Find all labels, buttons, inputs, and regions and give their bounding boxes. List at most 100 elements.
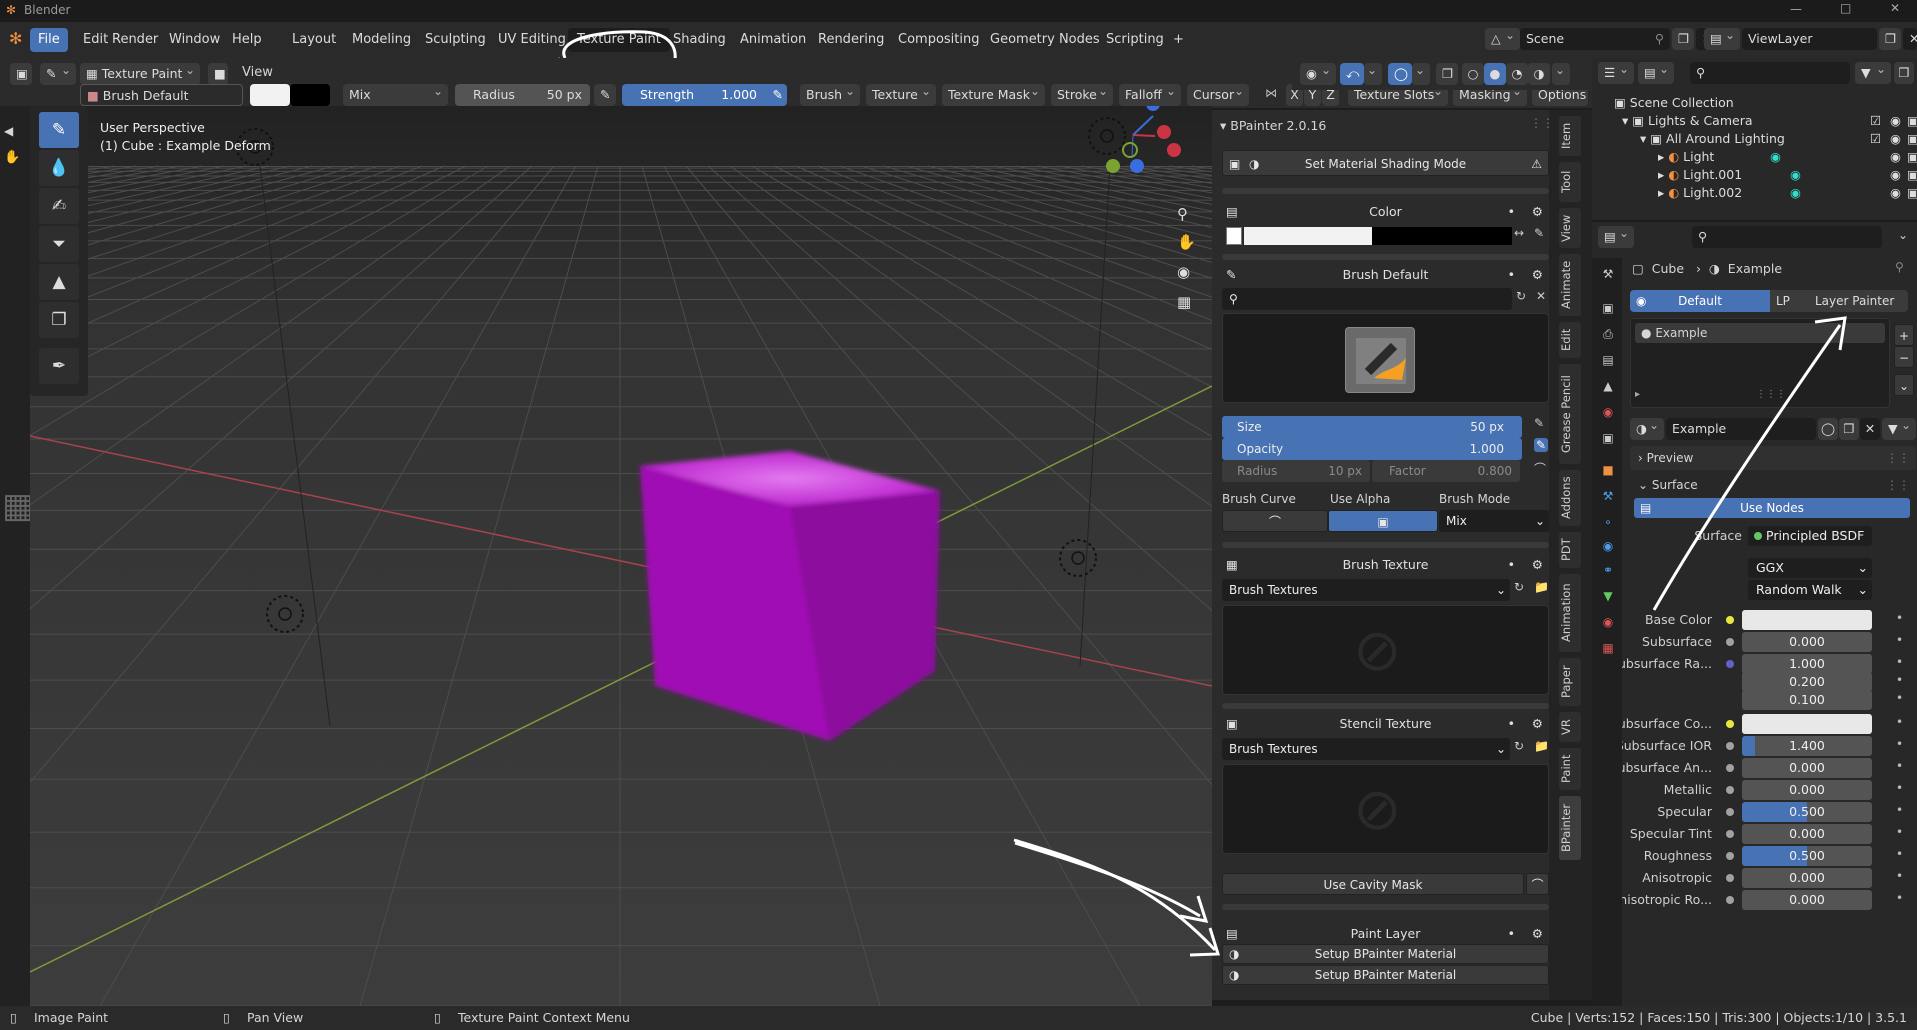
number-field[interactable]: 0.000 — [1742, 780, 1872, 800]
number-field[interactable]: 0.200 — [1742, 672, 1872, 692]
pan-hand-icon[interactable]: ✋ — [1177, 233, 1196, 251]
texture-tab-icon[interactable]: ▦ — [1600, 640, 1616, 656]
menu-render[interactable]: Render — [104, 28, 166, 52]
workspace-tab-geometry-nodes[interactable]: Geometry Nodes — [981, 28, 1109, 52]
number-field[interactable]: 0.000 — [1742, 868, 1872, 888]
draw-tool[interactable]: ✎ — [39, 112, 79, 148]
input-socket-icon[interactable] — [1726, 764, 1734, 772]
number-field[interactable]: 0.500 — [1742, 846, 1872, 866]
curve-icon[interactable]: ⌒ — [1534, 460, 1546, 477]
brush-curve-button[interactable]: ⌒ — [1222, 510, 1328, 532]
use-alpha-toggle[interactable]: ▣ — [1328, 510, 1438, 532]
fill-tool[interactable]: ▲ — [39, 264, 79, 300]
scene-name-field[interactable]: Scene ⚲ — [1520, 28, 1670, 50]
sidebar-tab-vr[interactable]: VR — [1559, 712, 1581, 742]
physics-tab-icon[interactable]: ◉ — [1600, 538, 1616, 554]
brush-selector[interactable]: ■ Brush Default — [80, 84, 243, 106]
workspace-tab-layout[interactable]: Layout — [283, 28, 345, 52]
workspace-tab-scripting[interactable]: Scripting — [1097, 28, 1173, 52]
pen-pressure-icon[interactable]: ✎ — [1534, 416, 1544, 430]
cursor-menu[interactable]: Cursor — [1187, 84, 1249, 106]
keyframe-dot-icon[interactable]: • — [1896, 847, 1903, 861]
constraints-tab-icon[interactable]: ⚭ — [1600, 562, 1616, 578]
gizmo-dropdown[interactable] — [1364, 63, 1382, 85]
sidebar-tab-animate[interactable]: Animate — [1559, 254, 1581, 316]
primary-color-swatch[interactable] — [250, 84, 290, 106]
keyframe-dot-icon[interactable]: • — [1896, 869, 1903, 883]
close-icon[interactable]: ✕ — [1890, 1, 1900, 15]
delete-view-layer-button[interactable]: ✕ — [1903, 28, 1917, 50]
number-field[interactable]: 0.000 — [1742, 824, 1872, 844]
gizmo-toggle[interactable]: ⤺ — [1340, 63, 1364, 85]
number-field[interactable]: 0.000 — [1742, 758, 1872, 778]
brush-panel-header[interactable]: ✎ Brush Default • ⚙ — [1222, 263, 1549, 287]
secondary-color-swatch[interactable] — [1372, 227, 1512, 245]
stencil-textures-dropdown[interactable]: Brush Textures ⌄ — [1222, 738, 1510, 760]
new-view-layer-button[interactable]: ❐ — [1879, 28, 1901, 50]
texture-mask-menu[interactable]: Texture Mask — [942, 84, 1045, 106]
clone-tool[interactable]: ⏷ — [39, 226, 79, 262]
outliner-editor-type[interactable]: ☰ — [1598, 62, 1634, 84]
hand-icon[interactable]: ✋ — [4, 150, 20, 165]
color-checkbox[interactable] — [1226, 227, 1242, 245]
wireframe-shading-button[interactable]: ○ — [1462, 63, 1484, 85]
radius-pressure-toggle[interactable]: ✎ — [594, 84, 616, 106]
tool-icon-dropdown[interactable]: ✎ — [40, 63, 76, 85]
input-socket-icon[interactable] — [1726, 874, 1734, 882]
primary-color-swatch[interactable] — [1244, 227, 1372, 245]
setup-bpainter-material-button-2[interactable]: ◑ Setup BPainter Material — [1222, 965, 1549, 985]
brush-thumbnail[interactable] — [1345, 327, 1415, 393]
outliner-search-field[interactable]: ⚲ — [1690, 62, 1850, 84]
soften-tool[interactable]: 💧 — [39, 150, 79, 186]
maximize-icon[interactable]: □ — [1840, 1, 1851, 15]
brush-mode-dropdown[interactable]: Mix ⌄ — [1439, 510, 1549, 532]
light-row[interactable]: ▸ ◐ Light.002 ◉ ◉ ▣ — [1658, 182, 1917, 204]
falloff-menu[interactable]: Falloff — [1119, 84, 1181, 106]
xray-toggle[interactable]: ❐ — [1436, 63, 1458, 85]
brush-textures-dropdown[interactable]: Brush Textures ⌄ — [1222, 579, 1510, 601]
setup-bpainter-material-button-1[interactable]: ◑ Setup BPainter Material — [1222, 944, 1549, 964]
world-tab-icon[interactable]: ◉ — [1600, 404, 1616, 420]
input-socket-icon[interactable] — [1726, 786, 1734, 794]
render-tab-icon[interactable]: ▣ — [1600, 300, 1616, 316]
scene-tab-icon[interactable]: ▲ — [1600, 378, 1616, 394]
input-socket-icon[interactable] — [1726, 638, 1734, 646]
color-panel-header[interactable]: ▤ Color • ⚙ — [1222, 200, 1549, 224]
slot-menu-button[interactable]: ⌄ — [1894, 374, 1914, 396]
sidebar-tab-paint[interactable]: Paint — [1559, 748, 1581, 790]
number-field[interactable]: 0.500 — [1742, 802, 1872, 822]
keyframe-dot-icon[interactable]: • — [1896, 803, 1903, 817]
scene-browse-button[interactable]: △ — [1485, 28, 1520, 50]
number-field[interactable]: 0.100 — [1742, 690, 1872, 710]
properties-editor-type[interactable]: ▤ — [1598, 226, 1634, 248]
sidebar-tab-view[interactable]: View — [1559, 208, 1581, 248]
grid-view-icon[interactable]: ▦ — [1177, 293, 1191, 311]
number-field[interactable]: 1.000 — [1742, 654, 1872, 674]
display-mode-dropdown[interactable]: ▤ — [1638, 62, 1674, 84]
overlay-toggle[interactable]: ◯ — [1388, 63, 1412, 85]
radius-field[interactable]: Radius 50 px — [455, 84, 590, 106]
filter-dropdown[interactable]: ▼ — [1855, 62, 1891, 84]
keyframe-dot-icon[interactable]: • — [1896, 825, 1903, 839]
new-scene-button[interactable]: ❐ — [1672, 28, 1694, 50]
view-layer-browse-button[interactable]: ▤ — [1704, 28, 1740, 50]
smear-tool[interactable]: ✍ — [39, 188, 79, 224]
stencil-texture-panel-header[interactable]: ▣ Stencil Texture • ⚙ — [1222, 712, 1549, 736]
workspace-tab-rendering[interactable]: Rendering — [809, 28, 893, 52]
folder-icon[interactable]: 📁 — [1534, 580, 1549, 594]
brush-menu[interactable]: Brush — [800, 84, 860, 106]
refresh-icon[interactable]: ↻ — [1514, 580, 1524, 594]
sidebar-tab-pdt[interactable]: PDT — [1559, 532, 1581, 568]
menu-help[interactable]: Help — [224, 28, 270, 52]
sidebar-tab-addons[interactable]: Addons — [1559, 470, 1581, 526]
rendered-shading-button[interactable]: ◑ — [1528, 63, 1550, 85]
view-menu[interactable]: View — [242, 65, 273, 80]
factor-field[interactable]: Factor 0.800 — [1372, 460, 1520, 482]
sidebar-tab-animation[interactable]: Animation — [1559, 574, 1581, 652]
input-socket-icon[interactable] — [1726, 852, 1734, 860]
input-socket-icon[interactable] — [1726, 808, 1734, 816]
zoom-icon[interactable]: ⚲ — [1177, 205, 1188, 223]
folder-icon[interactable]: 📁 — [1534, 739, 1549, 753]
paint-layer-panel-header[interactable]: ▤ Paint Layer • ⚙ — [1222, 922, 1549, 946]
camera-icon[interactable]: ◉ — [1177, 263, 1190, 281]
